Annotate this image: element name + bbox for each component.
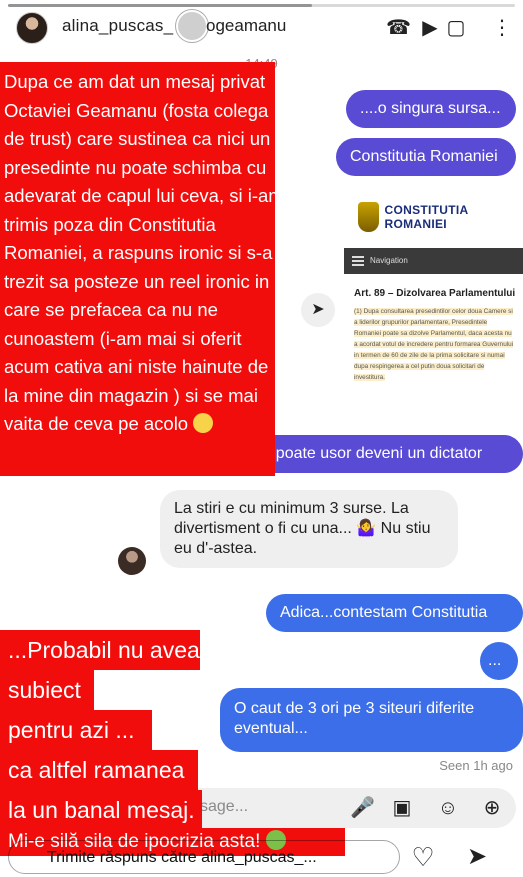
outgoing-message: O caut de 3 ori pe 3 siteuri diferite ev… (220, 688, 523, 752)
caption-line: adevarat de capul lui ceva, si i-am (4, 185, 284, 206)
shared-post-site-title: CONSTITUTIA ROMANIEI (384, 203, 469, 231)
shared-post-nav-label: Navigation (370, 256, 408, 265)
share-icon[interactable]: ➤ (301, 293, 335, 327)
gallery-icon[interactable]: ▣ (390, 796, 414, 820)
story-author-username[interactable]: alina_puscas_ (62, 16, 173, 36)
outgoing-message: Constitutia Romaniei (336, 138, 516, 176)
caption-line: trezit sa posteze un reel ironic in (4, 270, 270, 292)
caption-line: vaita de ceva pe acolo (4, 410, 269, 439)
caption-line: ...Probabil nu avea (0, 630, 200, 670)
video-camera-icon[interactable]: ▢ (444, 16, 468, 40)
seen-status: Seen 1h ago (439, 758, 513, 773)
caption-line: la un banal mesaj. (0, 790, 202, 830)
contact-avatar (118, 547, 146, 575)
shared-post-article-title: Art. 89 – Dizolvarea Parlamentului (354, 288, 516, 299)
caption-line: Dupa ce am dat un mesaj privat (4, 71, 266, 92)
phone-icon[interactable]: ☎ (386, 16, 411, 40)
story-author-avatar[interactable] (16, 12, 48, 44)
shared-post-navbar: Navigation (344, 248, 523, 274)
eye-roll-emoji-icon (193, 413, 214, 433)
shared-post-preview[interactable]: CONSTITUTIA ROMANIEI Navigation Art. 89 … (344, 178, 523, 428)
story-reply-bar: Trimite răspuns către alina_puscas_... ♡… (0, 838, 523, 877)
chat-contact-name: ogeamanu (206, 16, 287, 35)
caption-line: ca altfel ramanea (0, 750, 198, 790)
chat-contact-avatar (176, 10, 208, 42)
caption-line: la mine din magazin ) si se mai (4, 384, 258, 406)
story-view: alina_puscas_ ogeamanu ☎ ▶ ▢ ⋮ 14:49 ...… (0, 0, 523, 877)
caption-line: Romaniei, a raspuns ironic si s-a (4, 242, 273, 263)
incoming-message: La stiri e cu minimum 3 surse. La divert… (160, 490, 458, 568)
story-reply-placeholder: Trimite răspuns către alina_puscas_... (47, 849, 317, 866)
caption-line: cunoastem (i-am mai si oferit (4, 327, 242, 349)
coat-of-arms-icon (358, 202, 379, 232)
play-icon[interactable]: ▶ (418, 16, 442, 40)
heart-icon[interactable]: ♡ (408, 842, 438, 872)
caption-line: de trust) care sustinea ca nici un (4, 128, 271, 149)
story-caption-block: Dupa ce am dat un mesaj privat Octaviei … (0, 62, 284, 476)
menu-icon (352, 256, 364, 266)
outgoing-message: Adica...contestam Constitutia (266, 594, 523, 632)
microphone-icon[interactable]: 🎤 (350, 796, 375, 820)
caption-line: subiect (0, 670, 94, 710)
message-composer[interactable]: sage... 🎤 ▣ ☺ ⊕ (150, 788, 516, 828)
more-icon[interactable]: ⋮ (490, 16, 514, 40)
caption-line: acum cativa ani niste hainute de (4, 356, 269, 377)
caption-line: care se prefacea ca nu ne (4, 299, 218, 320)
shared-post-article-body: (1) Dupa consultarea presedintilor celor… (354, 308, 514, 381)
add-icon[interactable]: ⊕ (480, 796, 504, 820)
caption-line: pentru azi ... (0, 710, 152, 750)
outgoing-message: ....o singura sursa... (346, 90, 516, 128)
story-reply-input[interactable]: Trimite răspuns către alina_puscas_... (8, 840, 400, 874)
caption-line: Octaviei Geamanu (fosta colega (4, 99, 269, 121)
story-header: alina_puscas_ ogeamanu ☎ ▶ ▢ ⋮ (0, 8, 523, 44)
story-progress-bar (8, 4, 515, 7)
composer-placeholder: sage... (200, 798, 249, 815)
send-icon[interactable]: ➤ (462, 842, 492, 872)
caption-line: trimis poza din Constitutia (4, 213, 216, 235)
outgoing-message: ... (480, 642, 518, 680)
sticker-icon[interactable]: ☺ (436, 796, 460, 820)
caption-line: presedinte nu poate schimba cu (4, 156, 267, 178)
